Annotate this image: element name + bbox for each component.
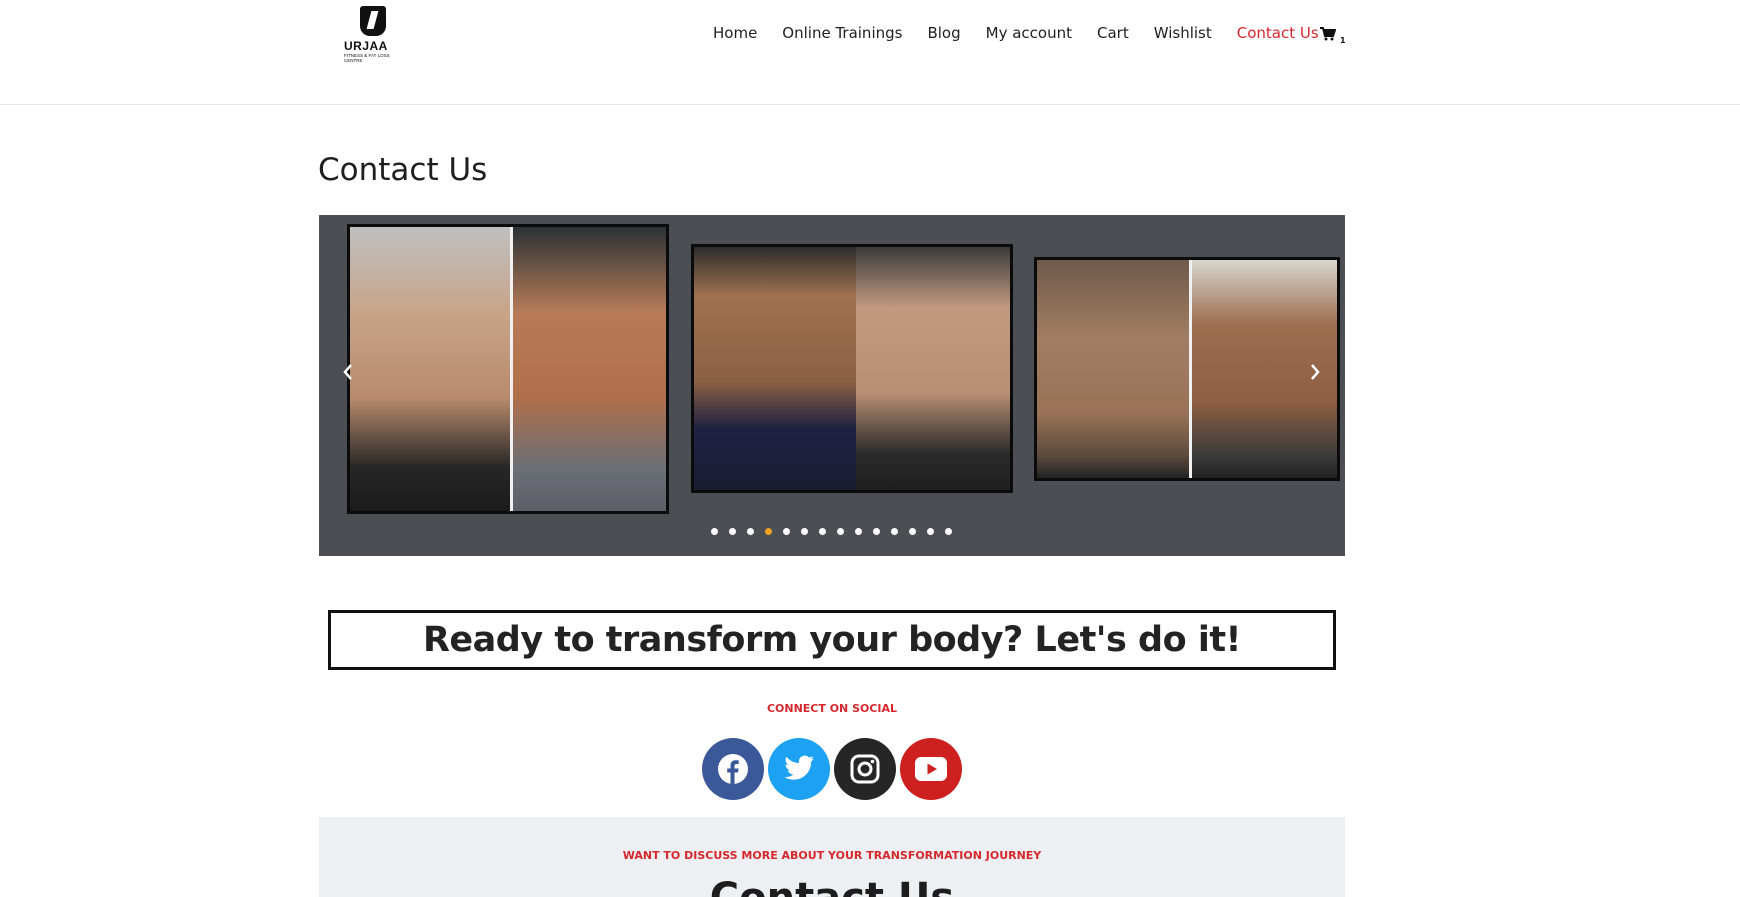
carousel-slide[interactable]	[1034, 257, 1340, 481]
carousel-dot[interactable]	[927, 528, 934, 535]
facebook-link[interactable]	[702, 738, 764, 800]
carousel-next-button[interactable]	[1303, 357, 1327, 387]
instagram-icon	[850, 754, 880, 784]
discuss-label: WANT TO DISCUSS MORE ABOUT YOUR TRANSFOR…	[622, 849, 1042, 862]
carousel-dot[interactable]	[945, 528, 952, 535]
nav-my-account[interactable]: My account	[986, 24, 1072, 42]
carousel-dot[interactable]	[783, 528, 790, 535]
logo-brand: URJAA	[344, 39, 388, 53]
contact-section: WANT TO DISCUSS MORE ABOUT YOUR TRANSFOR…	[319, 817, 1345, 897]
nav-cart[interactable]: Cart	[1097, 24, 1129, 42]
page-title: Contact Us	[318, 152, 488, 188]
contact-heading: Contact Us	[319, 875, 1345, 897]
carousel-dot[interactable]	[873, 528, 880, 535]
carousel-dot[interactable]	[819, 528, 826, 535]
nav-online-trainings[interactable]: Online Trainings	[782, 24, 902, 42]
cart-count: 1	[1340, 36, 1346, 45]
facebook-icon	[718, 754, 748, 784]
site-header: URJAA FITNESS & FAT LOSS CENTRE Home Onl…	[0, 0, 1740, 105]
nav-blog[interactable]: Blog	[927, 24, 960, 42]
main-nav: Home Online Trainings Blog My account Ca…	[713, 24, 1344, 42]
carousel-slide[interactable]	[347, 224, 669, 514]
social-icons	[702, 738, 966, 800]
carousel-dot[interactable]	[711, 528, 718, 535]
cta-heading: Ready to transform your body? Let's do i…	[422, 620, 1242, 660]
carousel-pagination	[711, 528, 963, 535]
chevron-left-icon	[343, 364, 352, 380]
after-photo	[513, 227, 666, 511]
cta-heading-box: Ready to transform your body? Let's do i…	[328, 610, 1336, 670]
youtube-link[interactable]	[900, 738, 962, 800]
carousel-dot[interactable]	[855, 528, 862, 535]
connect-on-social-label: CONNECT ON SOCIAL	[766, 702, 898, 715]
carousel-dot[interactable]	[909, 528, 916, 535]
header-cart[interactable]: 1	[1320, 26, 1346, 45]
carousel-dot[interactable]	[837, 528, 844, 535]
logo-tagline: FITNESS & FAT LOSS CENTRE	[344, 53, 390, 63]
carousel-dot[interactable]	[801, 528, 808, 535]
after-photo	[856, 247, 1010, 490]
chevron-right-icon	[1311, 364, 1320, 380]
nav-wishlist[interactable]: Wishlist	[1154, 24, 1212, 42]
twitter-link[interactable]	[768, 738, 830, 800]
carousel-dot[interactable]	[765, 528, 772, 535]
instagram-link[interactable]	[834, 738, 896, 800]
nav-contact-us[interactable]: Contact Us	[1237, 24, 1319, 42]
nav-home[interactable]: Home	[713, 24, 757, 42]
carousel-slide[interactable]	[691, 244, 1013, 493]
carousel-dot[interactable]	[747, 528, 754, 535]
logo-mark-icon	[360, 6, 386, 36]
site-logo[interactable]: URJAA FITNESS & FAT LOSS CENTRE	[340, 6, 404, 64]
before-photo	[350, 227, 510, 511]
cart-icon	[1320, 27, 1337, 41]
transformation-carousel	[319, 215, 1345, 556]
youtube-icon	[915, 757, 947, 781]
before-photo	[694, 247, 856, 490]
twitter-icon	[784, 755, 815, 780]
carousel-dot[interactable]	[891, 528, 898, 535]
carousel-prev-button[interactable]	[336, 357, 360, 387]
carousel-dot[interactable]	[729, 528, 736, 535]
before-photo	[1037, 260, 1189, 478]
